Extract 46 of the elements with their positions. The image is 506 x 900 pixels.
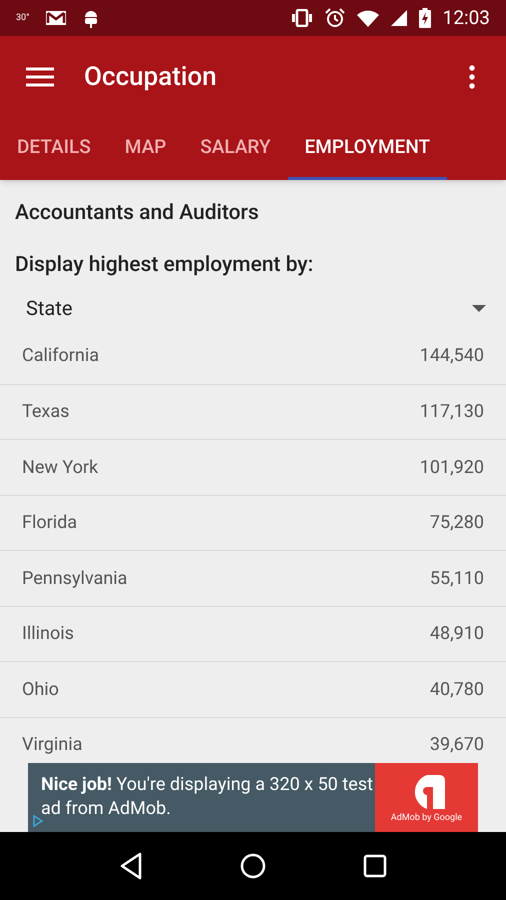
employment-count: 144,540 (420, 344, 484, 368)
employment-count: 40,780 (430, 678, 484, 702)
more-vertical-icon (469, 65, 475, 89)
back-button[interactable] (118, 852, 143, 880)
recents-icon (363, 854, 388, 878)
clock: 12:03 (442, 4, 490, 31)
signal-icon (390, 10, 407, 26)
recents-button[interactable] (363, 854, 388, 878)
employment-count: 39,670 (430, 733, 484, 758)
dropdown-arrow-icon (472, 304, 486, 312)
employment-count: 101,920 (420, 456, 484, 480)
occupation-title: Accountants and Auditors (15, 200, 260, 226)
employment-count: 117,130 (420, 400, 484, 424)
employment-count: 75,280 (430, 511, 484, 536)
state-name: Virginia (22, 733, 82, 758)
state-name: New York (22, 456, 98, 480)
home-button[interactable] (240, 853, 266, 879)
state-name: Pennsylvania (22, 566, 128, 591)
state-name: Florida (22, 511, 78, 536)
tab[interactable]: SALARY (183, 118, 288, 180)
employment-count: 55,110 (430, 566, 484, 591)
android-icon (83, 8, 100, 28)
tab[interactable]: EMPLOYMENT (288, 118, 448, 180)
state-name: Illinois (22, 622, 74, 646)
tab[interactable]: MAP (108, 118, 184, 180)
ad-banner[interactable]: Nice job! You're displaying a 320 x 50 test ad from AdMob. AdMob by Google (28, 763, 478, 832)
back-icon (118, 852, 143, 880)
filter-label: Display highest employment by: (15, 252, 314, 278)
ad-brand: AdMob by Google (390, 814, 462, 822)
state-name: Texas (22, 400, 70, 424)
home-icon (240, 853, 266, 879)
state-dropdown[interactable]: State (0, 288, 506, 328)
menu-icon (26, 67, 54, 87)
vibrate-icon (290, 9, 313, 27)
battery-charging-icon (418, 8, 431, 28)
employment-count: 48,910 (430, 622, 484, 646)
mail-icon (45, 10, 68, 26)
weather-temperature: 30° (16, 14, 30, 22)
state-name: California (22, 344, 99, 368)
state-name: Ohio (22, 678, 59, 702)
ad-choices-icon (32, 814, 44, 828)
alarm-icon (324, 8, 345, 28)
tab[interactable]: DETAILS (0, 118, 108, 180)
screen-title: Occupation (84, 60, 217, 94)
wifi-icon (356, 10, 379, 26)
ad-text: Nice job! You're displaying a 320 x 50 test ad from AdMob. (41, 773, 374, 821)
